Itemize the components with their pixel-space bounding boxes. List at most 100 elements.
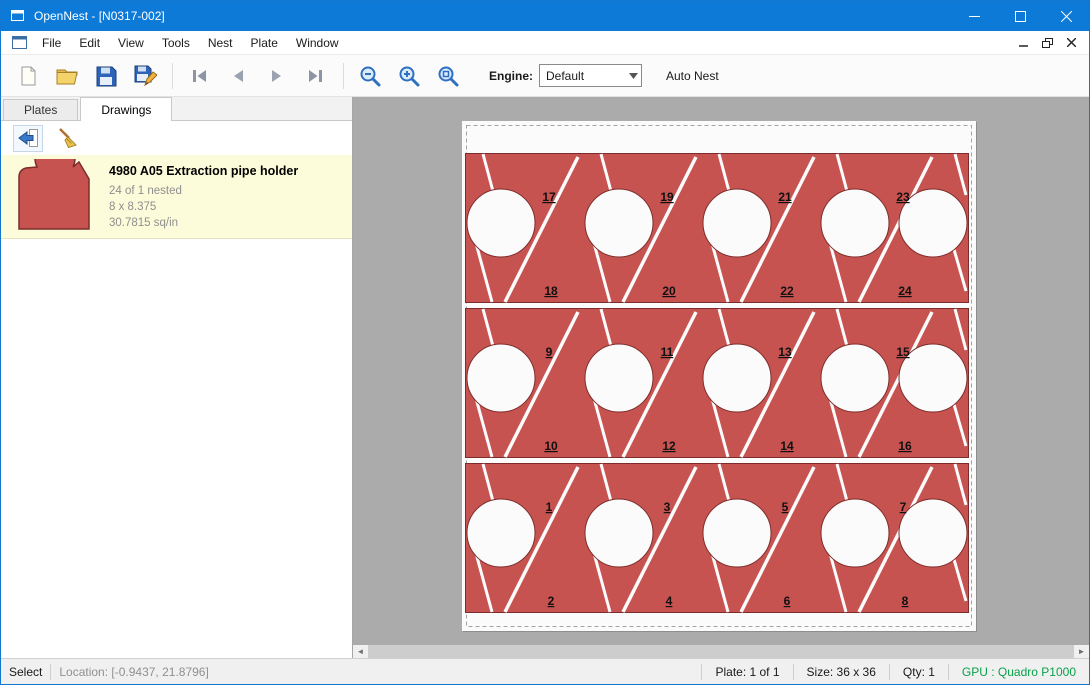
- zoom-out-icon: [358, 64, 382, 88]
- svg-text:5: 5: [782, 500, 789, 514]
- scroll-right-icon[interactable]: ►: [1074, 645, 1089, 658]
- main-toolbar: Engine: Default Auto Nest: [1, 55, 1089, 97]
- svg-text:1: 1: [546, 500, 553, 514]
- mdi-restore-button[interactable]: [1037, 34, 1057, 52]
- last-arrow-icon: [306, 66, 326, 86]
- zoom-out-button[interactable]: [356, 62, 384, 90]
- svg-text:13: 13: [778, 345, 792, 359]
- title-bar: OpenNest - [N0317-002]: [1, 1, 1089, 31]
- menu-nest[interactable]: Nest: [199, 31, 242, 54]
- menu-window[interactable]: Window: [287, 31, 348, 54]
- zoom-fit-icon: [436, 64, 460, 88]
- toolbar-separator: [172, 63, 173, 89]
- menu-edit[interactable]: Edit: [70, 31, 109, 54]
- close-button[interactable]: [1043, 1, 1089, 31]
- svg-text:14: 14: [780, 439, 794, 453]
- previous-arrow-icon: [228, 66, 248, 86]
- svg-text:6: 6: [784, 594, 791, 608]
- status-gpu: GPU : Quadro P1000: [957, 665, 1081, 679]
- mdi-minimize-button[interactable]: [1013, 34, 1033, 52]
- last-plate-button[interactable]: [302, 62, 330, 90]
- maximize-button[interactable]: [997, 1, 1043, 31]
- drawings-toolbar: [1, 121, 352, 155]
- previous-plate-button[interactable]: [224, 62, 252, 90]
- open-button[interactable]: [53, 62, 81, 90]
- clear-button[interactable]: [53, 125, 83, 152]
- status-mode: Select: [9, 665, 42, 679]
- drawing-list-empty-area: [1, 239, 352, 658]
- statusbar-separator: [50, 664, 51, 680]
- drawing-nested-count: 24 of 1 nested: [109, 183, 298, 199]
- open-folder-icon: [55, 64, 79, 88]
- menu-tools[interactable]: Tools: [153, 31, 199, 54]
- svg-text:9: 9: [546, 345, 553, 359]
- horizontal-scrollbar[interactable]: ◄ ►: [353, 645, 1089, 658]
- svg-text:2: 2: [548, 594, 555, 608]
- next-plate-button[interactable]: [263, 62, 291, 90]
- app-window: OpenNest - [N0317-002] File Edit View To…: [0, 0, 1090, 685]
- drawing-title: 4980 A05 Extraction pipe holder: [109, 164, 298, 178]
- toolbar-separator: [343, 63, 344, 89]
- menu-plate[interactable]: Plate: [242, 31, 287, 54]
- svg-text:18: 18: [544, 284, 558, 298]
- menu-file[interactable]: File: [33, 31, 70, 54]
- menu-bar: File Edit View Tools Nest Plate Window: [1, 31, 1089, 55]
- status-size: Size: 36 x 36: [802, 665, 881, 679]
- tab-drawings[interactable]: Drawings: [80, 97, 172, 121]
- drawing-list-item[interactable]: 4980 A05 Extraction pipe holder 24 of 1 …: [1, 155, 352, 239]
- scrollbar-thumb[interactable]: [368, 645, 1074, 658]
- drawing-dimensions: 8 x 8.375: [109, 199, 298, 215]
- tab-plates[interactable]: Plates: [3, 99, 78, 120]
- drawing-area: 30.7815 sq/in: [109, 215, 298, 231]
- sidebar: Plates Drawings 4980 A05 Extraction pipe…: [1, 97, 353, 658]
- nest-canvas[interactable]: 171921231820222491113151012141613572468 …: [353, 97, 1089, 658]
- save-button[interactable]: [92, 62, 120, 90]
- status-location: Location: [-0.9437, 21.8796]: [59, 665, 208, 679]
- chevron-down-icon: [625, 73, 641, 79]
- status-bar: Select Location: [-0.9437, 21.8796] Plat…: [1, 658, 1089, 684]
- svg-text:12: 12: [662, 439, 676, 453]
- minimize-button[interactable]: [951, 1, 997, 31]
- zoom-fit-button[interactable]: [434, 62, 462, 90]
- svg-text:7: 7: [900, 500, 907, 514]
- statusbar-separator: [889, 664, 890, 680]
- svg-text:15: 15: [896, 345, 910, 359]
- main-area: Plates Drawings 4980 A05 Extraction pipe…: [1, 97, 1089, 658]
- svg-text:23: 23: [896, 190, 910, 204]
- svg-text:4: 4: [666, 594, 673, 608]
- svg-text:8: 8: [902, 594, 909, 608]
- broom-icon: [56, 126, 80, 150]
- menu-view[interactable]: View: [109, 31, 153, 54]
- engine-select[interactable]: Default: [539, 64, 642, 87]
- document-icon: [9, 36, 29, 49]
- new-file-icon: [17, 65, 39, 87]
- first-arrow-icon: [189, 66, 209, 86]
- scroll-left-icon[interactable]: ◄: [353, 645, 368, 658]
- svg-text:10: 10: [544, 439, 558, 453]
- status-qty: Qty: 1: [898, 665, 940, 679]
- engine-selected-value: Default: [546, 69, 584, 83]
- blue-arrow-icon: [16, 126, 40, 150]
- svg-text:3: 3: [664, 500, 671, 514]
- send-to-plate-button[interactable]: [13, 125, 43, 152]
- svg-text:11: 11: [661, 345, 674, 359]
- save-icon: [95, 65, 117, 87]
- svg-text:24: 24: [898, 284, 912, 298]
- statusbar-separator: [701, 664, 702, 680]
- new-button[interactable]: [14, 62, 42, 90]
- zoom-in-icon: [397, 64, 421, 88]
- zoom-in-button[interactable]: [395, 62, 423, 90]
- engine-label: Engine:: [489, 69, 533, 83]
- part-thumbnail: [11, 159, 97, 232]
- sidebar-tabstrip: Plates Drawings: [1, 97, 352, 121]
- svg-text:21: 21: [778, 190, 792, 204]
- status-plate: Plate: 1 of 1: [710, 665, 784, 679]
- plate[interactable]: 171921231820222491113151012141613572468: [462, 121, 976, 631]
- save-edit-button[interactable]: [131, 62, 159, 90]
- statusbar-separator: [948, 664, 949, 680]
- svg-text:19: 19: [660, 190, 674, 204]
- auto-nest-button[interactable]: Auto Nest: [666, 69, 719, 83]
- svg-text:16: 16: [898, 439, 912, 453]
- mdi-close-button[interactable]: [1061, 34, 1081, 52]
- first-plate-button[interactable]: [185, 62, 213, 90]
